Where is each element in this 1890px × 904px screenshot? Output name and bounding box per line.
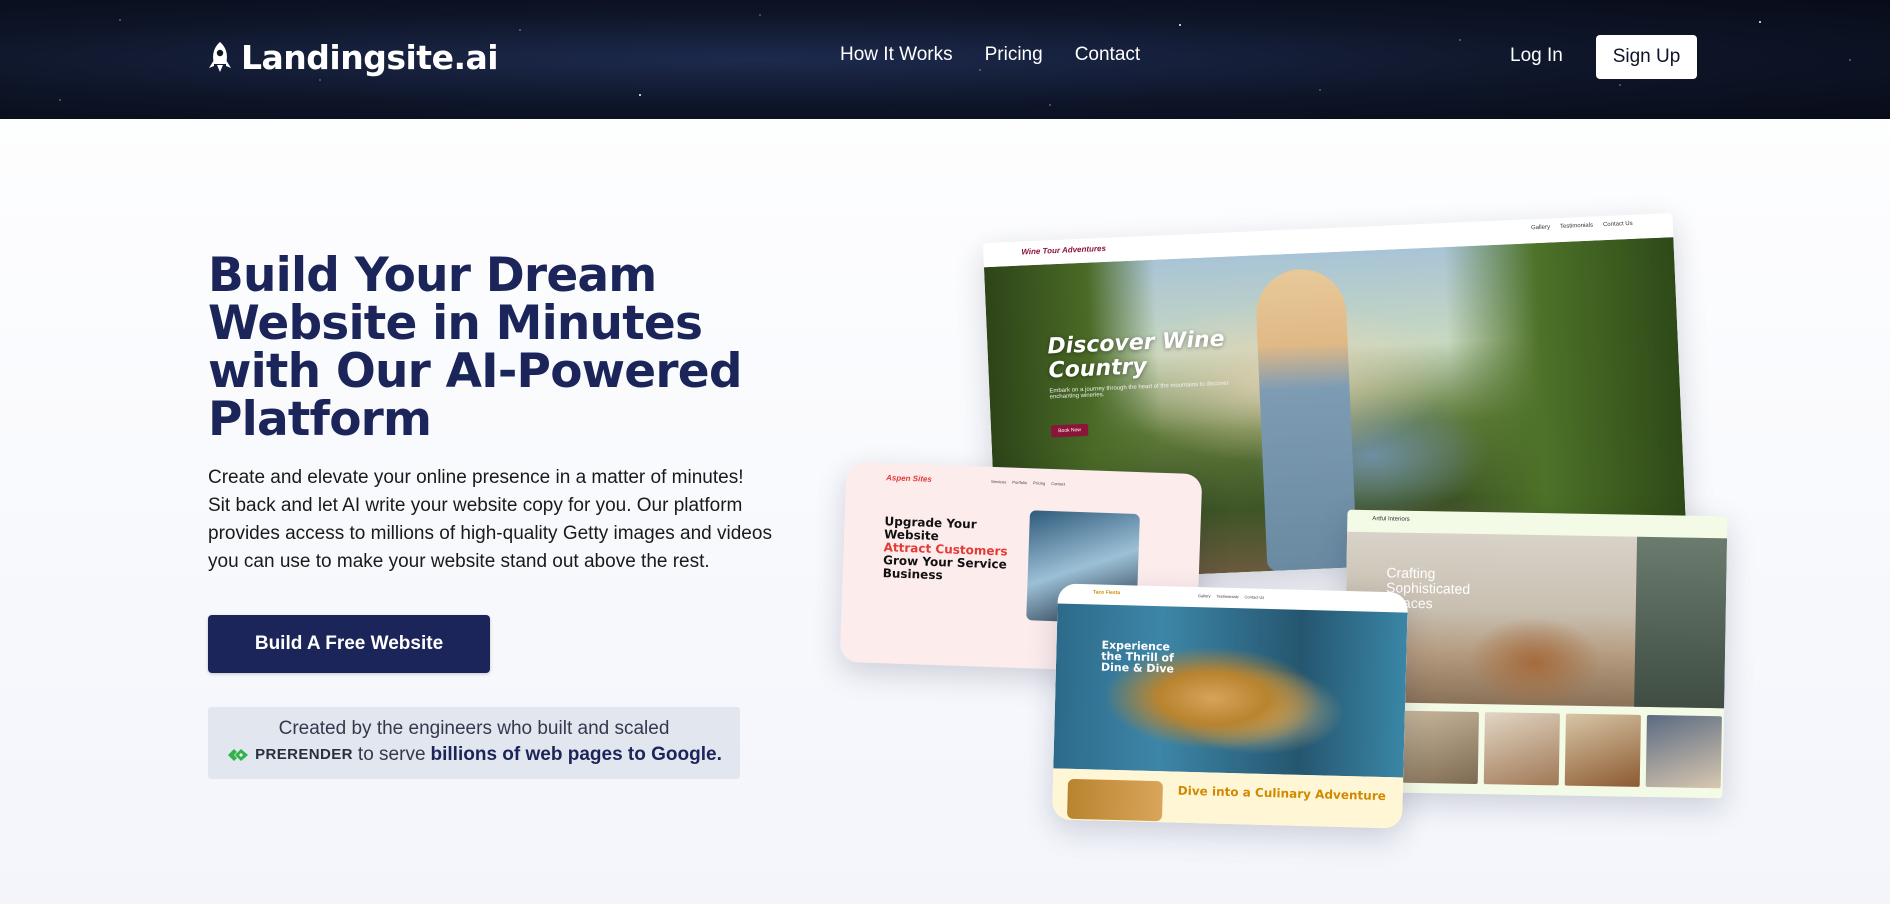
credit-line: Created by the engineers who built and s… bbox=[278, 718, 670, 739]
taco-menu-item: Gallery bbox=[1197, 593, 1211, 599]
taco-thumb bbox=[1066, 778, 1164, 822]
aspen-brand: Aspen Sites bbox=[885, 473, 932, 484]
wine-menu-item: Testimonials bbox=[1559, 222, 1594, 231]
taco-menu-item: Contact Us bbox=[1244, 594, 1265, 600]
gallery-thumb bbox=[1645, 714, 1722, 789]
aspen-headline-line: Grow Your Service Business bbox=[882, 553, 1007, 583]
taco-headline: Experience the Thrill of Dine & Dive bbox=[1100, 638, 1175, 676]
hero-description-line: you can use to make your website stand o… bbox=[208, 551, 710, 572]
wine-menu: Gallery Testimonials Contact Us bbox=[1531, 221, 1633, 231]
brand-logo[interactable]: Landingsite.ai bbox=[207, 36, 499, 78]
taco-brand: Taco Fiesta bbox=[1092, 589, 1121, 597]
wine-menu-item: Gallery bbox=[1530, 224, 1551, 232]
wine-menu-item: Contact Us bbox=[1602, 220, 1633, 229]
credit-highlight: billions of web pages to Google. bbox=[430, 744, 722, 765]
hero-title: Build Your Dream Website in Minutes with… bbox=[208, 248, 742, 447]
taco-feature-strip: Dive into a Culinary Adventure bbox=[1051, 768, 1404, 829]
prerender-brand: PRERENDER bbox=[255, 746, 353, 763]
taco-photo bbox=[1053, 603, 1408, 778]
taco-menu-item: Testimonials bbox=[1216, 593, 1239, 600]
interior-brand: Artful Interiors bbox=[1372, 516, 1410, 523]
rocket-icon bbox=[209, 42, 231, 72]
gallery-thumb bbox=[1402, 710, 1479, 785]
aspen-menu: Services Portfolio Pricing Contact bbox=[991, 479, 1065, 487]
nav-pricing[interactable]: Pricing bbox=[985, 44, 1043, 66]
hero-description: Create and elevate your online presence … bbox=[208, 464, 828, 576]
wine-brand: Wine Tour Adventures bbox=[1021, 243, 1107, 257]
signup-button[interactable]: Sign Up bbox=[1596, 35, 1697, 79]
aspen-menu-item: Services bbox=[990, 478, 1007, 485]
credit-banner: Created by the engineers who built and s… bbox=[208, 707, 740, 779]
hero-description-line: provides access to millions of high-qual… bbox=[208, 523, 772, 544]
window-photo bbox=[1634, 536, 1728, 709]
prerender-logo-icon bbox=[228, 749, 249, 761]
aspen-menu-item: Pricing bbox=[1032, 480, 1046, 486]
gallery-thumb bbox=[1483, 712, 1560, 786]
gallery-thumb bbox=[1564, 713, 1641, 787]
aspen-headline: Upgrade Your Website Attract Customers G… bbox=[882, 514, 1034, 585]
top-navbar: Landingsite.ai How It Works Pricing Cont… bbox=[0, 0, 1890, 119]
nav-how-it-works[interactable]: How It Works bbox=[840, 44, 953, 66]
taco-fiesta-mockup: Taco Fiesta Gallery Testimonials Contact… bbox=[1051, 583, 1409, 829]
aspen-menu-item: Portfolio bbox=[1012, 479, 1028, 486]
taco-subheadline: Dive into a Culinary Adventure bbox=[1177, 783, 1387, 804]
login-link[interactable]: Log In bbox=[1510, 45, 1563, 67]
taco-menu: Gallery Testimonials Contact Us bbox=[1198, 593, 1265, 600]
build-free-website-button[interactable]: Build A Free Website bbox=[208, 615, 490, 673]
hero-description-line: Sit back and let AI write your website c… bbox=[208, 495, 743, 516]
woman-figure bbox=[1254, 267, 1358, 572]
logo-wordmark: Landingsite.ai bbox=[241, 37, 499, 77]
credit-middle-text: to serve bbox=[357, 744, 426, 765]
wine-book-button: Book Now bbox=[1050, 423, 1089, 438]
nav-contact[interactable]: Contact bbox=[1075, 44, 1140, 66]
aspen-menu-item: Contact bbox=[1051, 481, 1066, 487]
interior-gallery bbox=[1402, 710, 1722, 789]
hero-description-line: Create and elevate your online presence … bbox=[208, 467, 744, 488]
credit-line-2: PRERENDER to serve billions of web pages… bbox=[208, 741, 740, 769]
main-nav: How It Works Pricing Contact bbox=[840, 44, 1140, 66]
